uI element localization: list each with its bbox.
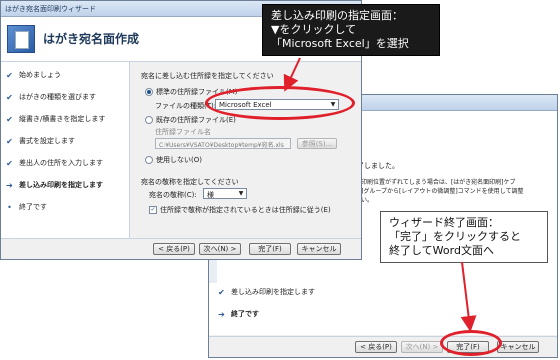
step-finish[interactable]: ➔ 終了です bbox=[217, 309, 259, 319]
next-button[interactable]: 次へ(N) > bbox=[401, 341, 443, 353]
callout-line: 「Microsoft Excel」を選択 bbox=[271, 37, 409, 50]
window-title: はがき宛名面印刷ウィザード bbox=[5, 4, 96, 13]
radio-icon bbox=[145, 156, 153, 164]
finish-note-line2: 宛名面]グループから[レイアウトの微調整]コマンドを使用して調整 bbox=[343, 188, 524, 195]
step-finish[interactable]: • 終了です bbox=[5, 202, 47, 212]
back-button[interactable]: < 戻る(P) bbox=[355, 341, 397, 353]
step-label: はがきの種類を選びます bbox=[19, 93, 96, 101]
check-icon: ✔ bbox=[6, 114, 13, 124]
postcard-icon bbox=[7, 25, 35, 53]
step-sender[interactable]: ✔ 差出人の住所を入力します bbox=[5, 158, 103, 168]
step-label: 終了です bbox=[19, 203, 47, 211]
radio-none[interactable]: 使用しない(O) bbox=[145, 155, 202, 165]
checkbox-label: 住所録で敬称が指定されているときは住所録に従う(E) bbox=[160, 206, 331, 214]
check-icon: ✔ bbox=[6, 92, 13, 102]
page-title: はがき宛名面作成 bbox=[43, 32, 140, 46]
section-honorific-heading: 宛名の敬称を指定してください bbox=[141, 178, 239, 186]
button-bar: < 戻る(P) 次へ(N) > 完了(F) キャンセル bbox=[209, 336, 557, 357]
step-format[interactable]: ✔ 書式を設定します bbox=[5, 136, 75, 146]
step-label: 差し込み印刷を指定します bbox=[19, 181, 103, 189]
radio-label: 使用しない(O) bbox=[156, 156, 202, 164]
step-orientation[interactable]: ✔ 縦書き/横書きを指定します bbox=[5, 114, 105, 124]
check-icon: ✔ bbox=[218, 287, 225, 297]
back-button[interactable]: < 戻る(P) bbox=[153, 243, 195, 255]
check-icon: ✔ bbox=[6, 70, 13, 80]
honorific-select[interactable]: 様 ▼ bbox=[203, 188, 247, 199]
finish-note-line1: さへの印刷位置がずれてしまう場合は、[はがき宛名面印刷]ケブ bbox=[343, 179, 516, 186]
step-label: 縦書き/横書きを指定します bbox=[19, 115, 106, 123]
callout-line: ▼をクリックして bbox=[271, 23, 357, 36]
section-address-heading: 宛名に差し込む住所録を指定してください bbox=[141, 72, 274, 80]
callout-line: 差し込み印刷の指定画面： bbox=[271, 9, 403, 22]
honorific-checkbox[interactable]: ✓ 住所録で敬称が指定されているときは住所録に従う(E) bbox=[149, 205, 331, 215]
file-type-highlight bbox=[205, 86, 355, 120]
bullet-icon: • bbox=[7, 202, 12, 212]
callout-line: 終了してWord文面へ bbox=[389, 244, 494, 257]
step-card-type[interactable]: ✔ はがきの種類を選びます bbox=[5, 92, 96, 102]
cancel-button[interactable]: キャンセル bbox=[297, 243, 341, 255]
radio-icon bbox=[145, 116, 153, 124]
check-icon: ✔ bbox=[6, 136, 13, 146]
checkbox-checked-icon: ✓ bbox=[149, 206, 157, 214]
next-button[interactable]: 次へ(N) > bbox=[199, 243, 241, 255]
check-icon: ✔ bbox=[6, 158, 13, 168]
step-label: 終了です bbox=[231, 310, 259, 318]
cancel-button[interactable]: キャンセル bbox=[497, 341, 539, 353]
step-label: 差し込み印刷を指定します bbox=[231, 288, 315, 296]
callout-finish-instructions: ウィザード終了画面： 「完了」をクリックすると 終了してWord文面へ bbox=[380, 211, 548, 263]
step-list: ✔ 始めましょう ✔ はがきの種類を選びます ✔ 縦書き/横書きを指定します ✔… bbox=[1, 62, 130, 239]
step-merge[interactable]: ➔ 差し込み印刷を指定します bbox=[5, 180, 103, 190]
finish-button-highlight bbox=[440, 330, 502, 356]
button-bar: < 戻る(P) 次へ(N) > 完了(F) キャンセル bbox=[1, 238, 361, 259]
address-file-label: 住所録ファイル名 bbox=[155, 128, 211, 136]
step-merge[interactable]: ✔ 差し込み印刷を指定します bbox=[217, 287, 315, 297]
callout-line: ウィザード終了画面： bbox=[389, 216, 499, 229]
address-file-input[interactable]: C:¥Users¥VSATO¥Desktop¥temp¥宛名.xls bbox=[155, 138, 291, 149]
callout-line: 「完了」をクリックすると bbox=[389, 230, 521, 243]
honorific-value: 様 bbox=[207, 191, 214, 199]
radio-label: 既存の住所録ファイル(E) bbox=[156, 116, 236, 124]
arrow-right-icon: ➔ bbox=[218, 309, 225, 319]
step-label: 書式を設定します bbox=[19, 137, 75, 145]
step-label: 始めましょう bbox=[19, 71, 61, 79]
finish-button[interactable]: 完了(F) bbox=[249, 243, 291, 255]
step-label: 差出人の住所を入力します bbox=[19, 159, 103, 167]
callout-merge-instructions: 差し込み印刷の指定画面： ▼をクリックして 「Microsoft Excel」を… bbox=[262, 4, 440, 56]
dropdown-arrow-icon[interactable]: ▼ bbox=[237, 190, 245, 197]
step-start[interactable]: ✔ 始めましょう bbox=[5, 70, 61, 80]
radio-existing[interactable]: 既存の住所録ファイル(E) bbox=[145, 115, 236, 125]
browse-button[interactable]: 参照(S)... bbox=[297, 138, 337, 149]
radio-selected-icon bbox=[145, 88, 153, 96]
honorific-label: 宛名の敬称(C): bbox=[149, 191, 197, 199]
arrow-right-icon: ➔ bbox=[6, 180, 13, 190]
